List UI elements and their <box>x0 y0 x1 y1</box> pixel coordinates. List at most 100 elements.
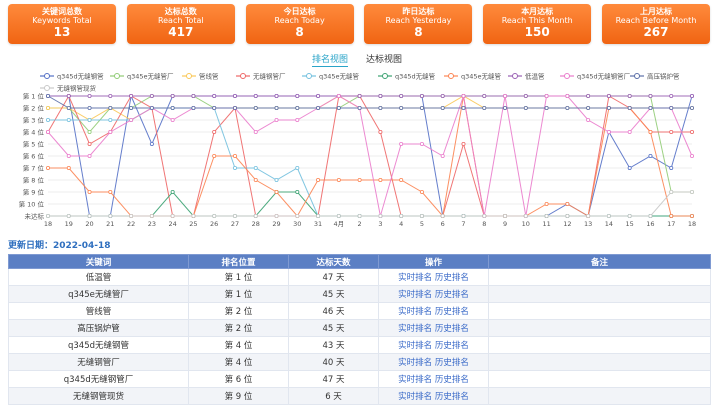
data-point <box>274 118 279 123</box>
data-point <box>399 178 404 183</box>
realtime-rank-link[interactable]: 实时排名 <box>398 392 432 402</box>
days-cell: 46 天 <box>288 302 379 320</box>
data-point <box>565 93 570 98</box>
data-point <box>544 93 549 98</box>
legend-label: q345d无缝钢管厂 <box>577 72 631 81</box>
history-rank-link[interactable]: 历史排名 <box>435 358 469 368</box>
legend-label: q345d无缝钢管 <box>57 72 104 81</box>
data-point <box>648 130 653 135</box>
data-point <box>648 213 653 218</box>
data-point <box>66 118 71 123</box>
data-point <box>170 106 175 111</box>
history-rank-link[interactable]: 历史排名 <box>435 341 469 351</box>
data-point <box>627 106 632 111</box>
data-point <box>87 93 92 98</box>
data-point <box>87 118 92 123</box>
history-rank-link[interactable]: 历史排名 <box>435 324 469 334</box>
data-point <box>108 190 113 195</box>
realtime-rank-link[interactable]: 实时排名 <box>398 341 432 351</box>
realtime-rank-link[interactable]: 实时排名 <box>398 358 432 368</box>
keyword-cell: 低温管 <box>8 268 189 286</box>
x-tick-label: 27 <box>231 220 239 228</box>
stat-value: 417 <box>168 25 194 39</box>
data-point <box>274 190 279 195</box>
header-action: 操作 <box>378 254 489 269</box>
history-rank-link[interactable]: 历史排名 <box>435 375 469 385</box>
data-point <box>253 213 258 218</box>
data-point <box>627 166 632 171</box>
data-point <box>191 106 196 111</box>
data-point <box>378 213 383 218</box>
data-point <box>565 201 570 206</box>
tab-ranking-view[interactable]: 排名视图 <box>312 54 349 67</box>
data-point <box>46 106 51 111</box>
data-point <box>523 93 528 98</box>
data-point <box>232 166 237 171</box>
x-tick-label: 9 <box>503 220 507 228</box>
table-row: q345d无缝钢管第 4 位 43 天实时排名 历史排名 <box>8 336 711 354</box>
table-row: q345e无缝管厂第 1 位 45 天实时排名 历史排名 <box>8 285 711 303</box>
x-tick-label: 12 <box>563 220 571 228</box>
data-point <box>316 93 321 98</box>
data-point <box>378 106 383 111</box>
keyword-table: 关键词 排名位置 达标天数 操作 备注 低温管第 1 位 47 天实时排名 历史排… <box>8 254 711 405</box>
data-point <box>503 93 508 98</box>
history-rank-link[interactable]: 历史排名 <box>435 307 469 317</box>
data-point <box>378 178 383 183</box>
data-point <box>232 93 237 98</box>
rank-cell: 第 4 位 <box>188 336 289 354</box>
data-point <box>378 93 383 98</box>
rank-cell: 第 2 位 <box>188 302 289 320</box>
y-tick-label: 第 9 位 <box>23 188 45 197</box>
history-rank-link[interactable]: 历史排名 <box>435 392 469 402</box>
data-point <box>482 93 487 98</box>
days-cell: 47 天 <box>288 370 379 388</box>
tab-reach-view[interactable]: 达标视图 <box>366 54 402 66</box>
y-tick-label: 第 8 位 <box>23 176 45 185</box>
x-tick-label: 5 <box>420 220 424 228</box>
stat-title: 达标总数 <box>164 7 197 16</box>
legend-marker <box>44 85 50 91</box>
data-point <box>191 93 196 98</box>
rank-cell: 第 1 位 <box>188 268 289 286</box>
data-point <box>149 93 154 98</box>
days-cell: 45 天 <box>288 319 379 337</box>
data-point <box>399 106 404 111</box>
data-point <box>149 106 154 111</box>
realtime-rank-link[interactable]: 实时排名 <box>398 375 432 385</box>
data-point <box>606 213 611 218</box>
data-point <box>461 213 466 218</box>
legend-label: 管线管 <box>199 72 219 81</box>
table-row: 高压锅炉管第 2 位 45 天实时排名 历史排名 <box>8 319 711 337</box>
header-rank: 排名位置 <box>188 254 289 269</box>
realtime-rank-link[interactable]: 实时排名 <box>398 273 432 283</box>
realtime-rank-link[interactable]: 实时排名 <box>398 290 432 300</box>
stats-bar: 关键词总数 Keywords Total 13 达标总数 Reach Total 417 今… <box>8 4 710 44</box>
x-tick-label: 3 <box>378 220 382 228</box>
data-point <box>461 93 466 98</box>
realtime-rank-link[interactable]: 实时排名 <box>398 324 432 334</box>
table-row: 无缝钢管现货第 9 位6 天实时排名 历史排名 <box>8 387 711 405</box>
history-rank-link[interactable]: 历史排名 <box>435 290 469 300</box>
data-point <box>503 106 508 111</box>
x-tick-label: 19 <box>65 220 73 228</box>
data-point <box>399 142 404 147</box>
action-cell: 实时排名 历史排名 <box>378 302 489 320</box>
stat-title: 上月达标 <box>639 7 672 16</box>
keyword-cell: q345e无缝管厂 <box>8 285 189 303</box>
data-point <box>253 93 258 98</box>
data-point <box>440 213 445 218</box>
history-rank-link[interactable]: 历史排名 <box>435 273 469 283</box>
x-tick-label: 15 <box>626 220 634 228</box>
keyword-cell: 管线管 <box>8 302 189 320</box>
data-point <box>419 93 424 98</box>
stat-value: 150 <box>524 25 550 39</box>
data-point <box>357 213 362 218</box>
data-point <box>690 93 695 98</box>
data-point <box>399 213 404 218</box>
stat-value: 267 <box>643 25 669 39</box>
update-date: 更新日期：2022-04-18 <box>8 241 111 251</box>
data-point <box>170 93 175 98</box>
header-keyword: 关键词 <box>8 254 189 269</box>
realtime-rank-link[interactable]: 实时排名 <box>398 307 432 317</box>
